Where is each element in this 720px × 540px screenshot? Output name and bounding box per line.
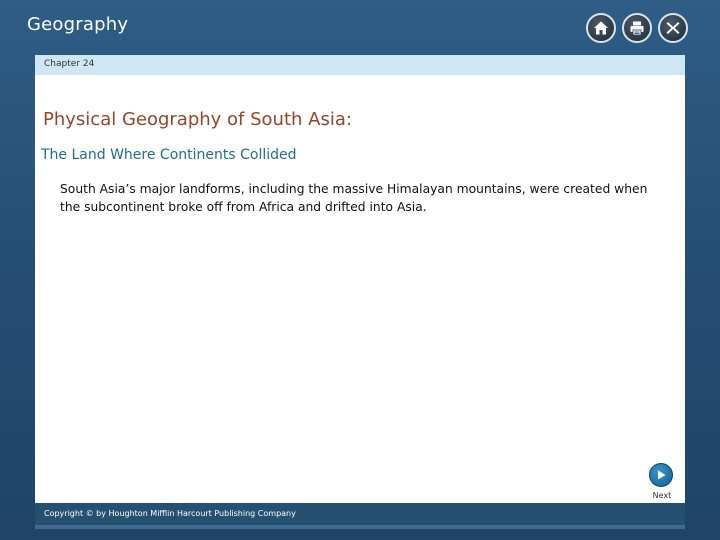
body-text: South Asia’s major landforms, including … <box>60 182 648 214</box>
play-arrow-icon <box>658 470 666 480</box>
print-icon <box>630 21 644 36</box>
close-icon <box>666 22 680 34</box>
slide-content: Physical Geography of South Asia: The La… <box>35 75 685 503</box>
page-title: Physical Geography of South Asia: <box>43 109 352 130</box>
copyright-text: Copyright © by Houghton Mifflin Harcourt… <box>44 509 296 518</box>
home-icon <box>594 21 608 35</box>
chapter-bar: Chapter 24 <box>35 55 685 75</box>
close-button[interactable] <box>658 13 688 43</box>
app-title: Geography <box>27 14 129 35</box>
next-button[interactable] <box>649 463 673 487</box>
toolbar <box>586 13 688 43</box>
footer-bar: Copyright © by Houghton Mifflin Harcourt… <box>35 503 685 525</box>
footer-strip <box>35 525 685 529</box>
print-button[interactable] <box>622 13 652 43</box>
next-label[interactable]: Next <box>642 491 682 500</box>
slide-frame: Geography Chapter 24 Physical Geography <box>0 0 720 540</box>
chapter-label: Chapter 24 <box>44 59 95 69</box>
home-button[interactable] <box>586 13 616 43</box>
section-subtitle: The Land Where Continents Collided <box>41 147 297 163</box>
